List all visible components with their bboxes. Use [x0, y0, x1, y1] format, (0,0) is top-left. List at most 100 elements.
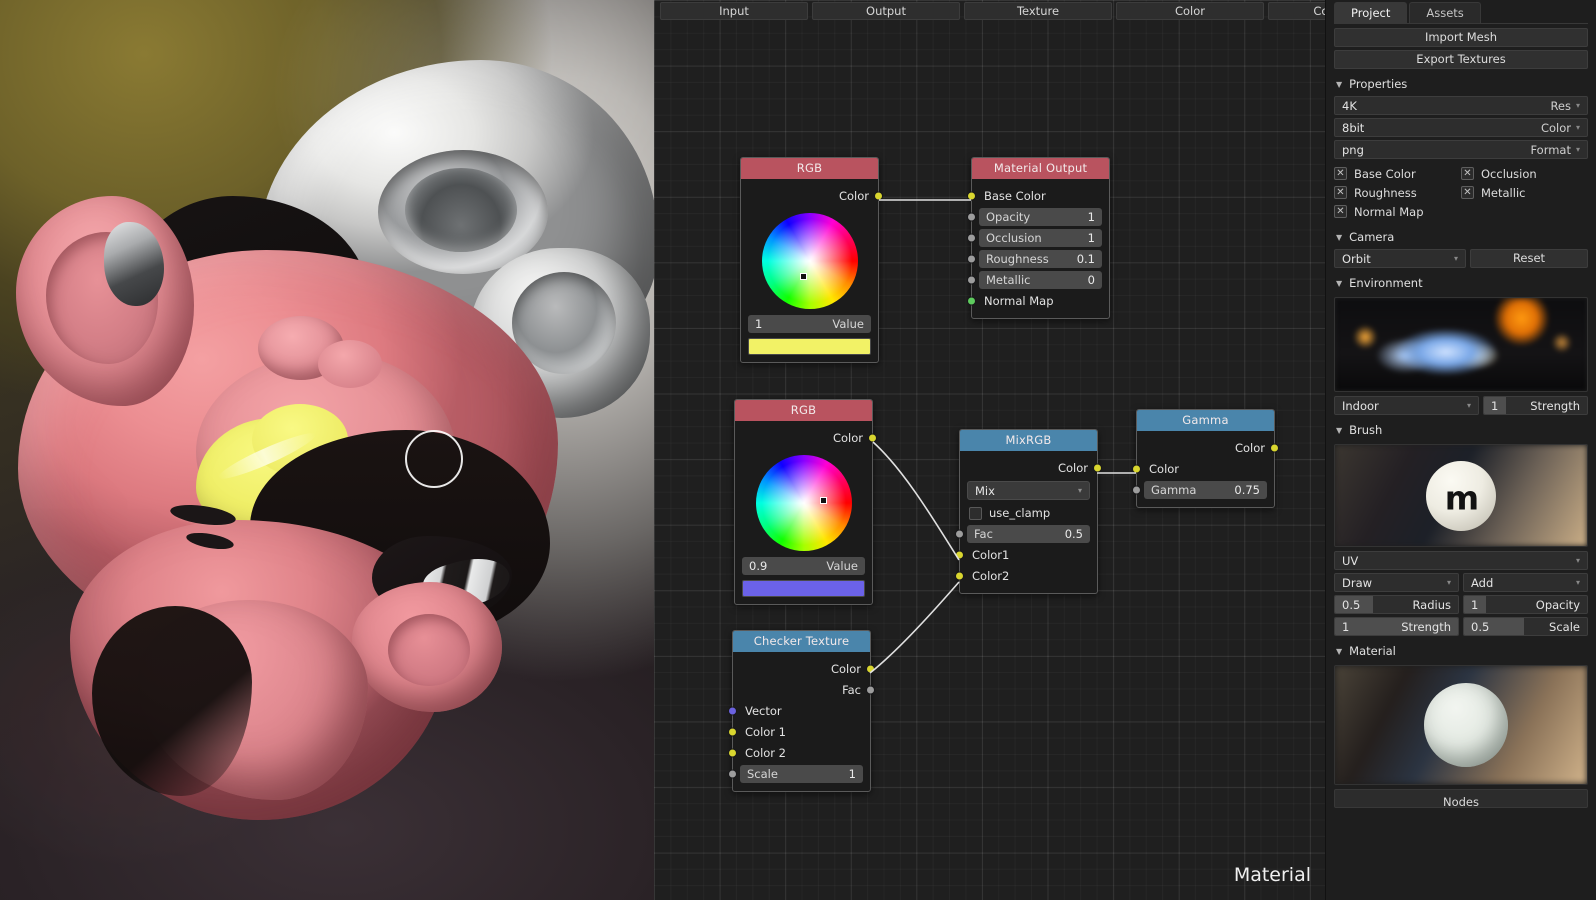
export-textures-button[interactable]: Export Textures [1334, 50, 1588, 69]
socket-gamma-icon[interactable] [1132, 485, 1141, 494]
check-occlusion[interactable]: ✕ Occlusion [1461, 164, 1588, 183]
socket-color-out-icon[interactable] [874, 191, 883, 200]
node-gamma-value-row[interactable]: Gamma 0.75 [1132, 479, 1274, 500]
3d-viewport[interactable] [0, 0, 654, 900]
use-clamp-checkbox[interactable] [969, 506, 982, 520]
node-checker-scale-row[interactable]: Scale 1 [728, 763, 870, 784]
socket-color-out-icon[interactable] [868, 433, 877, 442]
input-occlusion-field[interactable]: Occlusion 1 [979, 228, 1102, 247]
socket-roughness-icon[interactable] [967, 254, 976, 263]
check-roughness[interactable]: ✕ Roughness [1334, 183, 1461, 202]
input-opacity-field[interactable]: Opacity 1 [979, 207, 1102, 226]
input-base-color[interactable]: Base Color [967, 185, 1109, 206]
section-camera[interactable]: ▼ Camera [1326, 225, 1596, 249]
node-gamma-field[interactable]: Gamma 0.75 [1144, 480, 1267, 499]
node-rgb-2[interactable]: RGB Color 0.9 Value [734, 399, 877, 605]
node-rgb-2-swatch[interactable] [742, 580, 865, 597]
node-tab-texture[interactable]: Texture [964, 2, 1112, 20]
socket-color2-icon[interactable] [955, 571, 964, 580]
brush-uv-select[interactable]: UV ▾ [1334, 551, 1588, 570]
node-rgb-2-output-color[interactable]: Color [735, 427, 877, 448]
node-mixrgb-color2[interactable]: Color2 [955, 565, 1097, 586]
node-mixrgb-blend-mode-select[interactable]: Mix ▾ [967, 481, 1090, 500]
socket-opacity-icon[interactable] [967, 212, 976, 221]
node-checker-output-color[interactable]: Color [733, 658, 875, 679]
node-gamma[interactable]: Gamma Color Color Gamma 0.75 [1132, 409, 1279, 508]
checkbox-x-icon[interactable]: ✕ [1334, 205, 1347, 218]
socket-color1-icon[interactable] [728, 727, 737, 736]
brush-preview[interactable]: m [1334, 444, 1588, 547]
input-opacity[interactable]: Opacity 1 [967, 206, 1109, 227]
color-wheel-handle[interactable] [799, 273, 807, 280]
socket-color-out-icon[interactable] [1093, 463, 1102, 472]
brush-radius-slider[interactable]: 0.5 Radius [1334, 595, 1459, 614]
environment-preview[interactable] [1334, 297, 1588, 392]
node-mixrgb-output-color[interactable]: Color [960, 457, 1102, 478]
environment-preset-select[interactable]: Indoor ▾ [1334, 396, 1480, 415]
node-mixrgb-fac-row[interactable]: Fac 0.5 [955, 523, 1097, 544]
node-checker-scale-field[interactable]: Scale 1 [740, 764, 863, 783]
color-wheel-handle[interactable] [819, 497, 827, 504]
node-mixrgb-fac-field[interactable]: Fac 0.5 [967, 524, 1090, 543]
socket-metallic-icon[interactable] [967, 275, 976, 284]
node-editor[interactable]: Input Output Texture Color Converter RGB… [654, 0, 1325, 900]
checkbox-x-icon[interactable]: ✕ [1461, 186, 1474, 199]
brush-strength-slider[interactable]: 1 Strength [1334, 617, 1459, 636]
checkbox-x-icon[interactable]: ✕ [1334, 186, 1347, 199]
node-rgb-1-swatch[interactable] [748, 338, 871, 355]
socket-color-out-icon[interactable] [866, 664, 875, 673]
brush-mode-select[interactable]: Draw ▾ [1334, 573, 1459, 592]
tab-project[interactable]: Project [1334, 2, 1408, 23]
material-nodes-button[interactable]: Nodes [1334, 789, 1588, 809]
socket-scale-icon[interactable] [728, 769, 737, 778]
node-mixrgb-color1[interactable]: Color1 [955, 544, 1097, 565]
node-checker-input-color1[interactable]: Color 1 [728, 721, 870, 742]
socket-color2-icon[interactable] [728, 748, 737, 757]
color-depth-select[interactable]: 8bit Color ▾ [1334, 118, 1588, 137]
node-mixrgb[interactable]: MixRGB Color Mix ▾ use_clamp Fac 0.5 Col… [955, 429, 1102, 594]
node-checker-input-color2[interactable]: Color 2 [728, 742, 870, 763]
node-gamma-output-color[interactable]: Color [1137, 437, 1279, 458]
node-checker-output-fac[interactable]: Fac [733, 679, 875, 700]
node-rgb-1-value-field[interactable]: 1 Value [748, 314, 871, 333]
input-metallic-field[interactable]: Metallic 0 [979, 270, 1102, 289]
section-properties[interactable]: ▼ Properties [1326, 72, 1596, 96]
socket-color1-icon[interactable] [955, 550, 964, 559]
node-tab-input[interactable]: Input [660, 2, 808, 20]
node-rgb-1-output-color[interactable]: Color [741, 185, 883, 206]
node-rgb-2-value-field[interactable]: 0.9 Value [742, 556, 865, 575]
socket-fac-out-icon[interactable] [866, 685, 875, 694]
input-occlusion[interactable]: Occlusion 1 [967, 227, 1109, 248]
socket-normal-map-icon[interactable] [967, 296, 976, 305]
socket-fac-icon[interactable] [955, 529, 964, 538]
section-brush[interactable]: ▼ Brush [1326, 418, 1596, 442]
node-rgb-1-color-wheel[interactable] [761, 213, 858, 309]
check-base-color[interactable]: ✕ Base Color [1334, 164, 1461, 183]
node-mixrgb-clamp-row[interactable]: use_clamp [960, 503, 1097, 523]
node-checker-texture[interactable]: Checker Texture Color Fac Vector Color 1 [728, 630, 875, 792]
socket-color-in-icon[interactable] [1132, 464, 1141, 473]
socket-occlusion-icon[interactable] [967, 233, 976, 242]
node-rgb-2-color-wheel[interactable] [755, 455, 852, 551]
input-normal-map[interactable]: Normal Map [967, 290, 1109, 311]
input-roughness[interactable]: Roughness 0.1 [967, 248, 1109, 269]
camera-reset-button[interactable]: Reset [1470, 249, 1588, 268]
node-tab-output[interactable]: Output [812, 2, 960, 20]
environment-strength-slider[interactable]: 1 Strength [1483, 396, 1588, 415]
check-normal-map[interactable]: ✕ Normal Map [1334, 202, 1461, 221]
format-select[interactable]: png Format ▾ [1334, 140, 1588, 159]
brush-scale-slider[interactable]: 0.5 Scale [1463, 617, 1588, 636]
brush-opacity-slider[interactable]: 1 Opacity [1463, 595, 1588, 614]
camera-mode-select[interactable]: Orbit ▾ [1334, 249, 1466, 268]
brush-blend-select[interactable]: Add ▾ [1463, 573, 1588, 592]
node-tab-color[interactable]: Color [1116, 2, 1264, 20]
check-metallic[interactable]: ✕ Metallic [1461, 183, 1588, 202]
socket-vector-icon[interactable] [728, 706, 737, 715]
input-roughness-field[interactable]: Roughness 0.1 [979, 249, 1102, 268]
material-preview[interactable] [1334, 665, 1588, 785]
checkbox-x-icon[interactable]: ✕ [1461, 167, 1474, 180]
node-tab-converter[interactable]: Converter [1268, 2, 1325, 20]
socket-color-out-icon[interactable] [1270, 443, 1279, 452]
tab-assets[interactable]: Assets [1409, 2, 1481, 23]
node-rgb-1[interactable]: RGB Color 1 Value [740, 157, 883, 363]
